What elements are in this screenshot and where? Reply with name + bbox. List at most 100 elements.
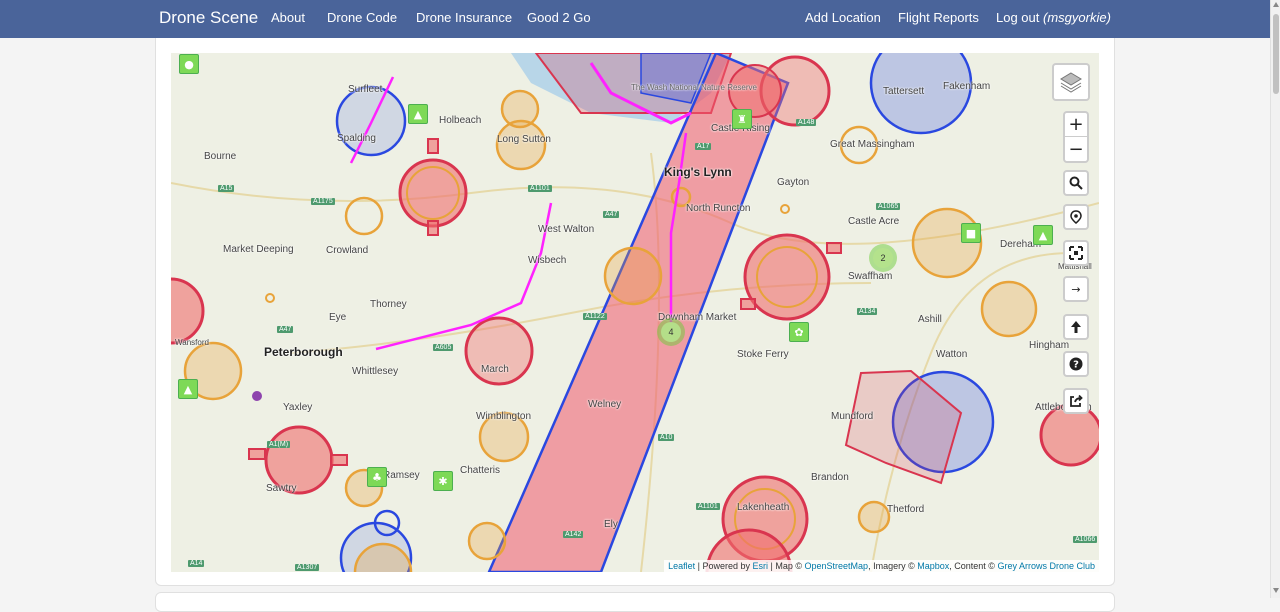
map-pin-icon [1070, 210, 1082, 224]
help-button[interactable]: ? [1063, 351, 1089, 377]
place-label: Wimblington [476, 411, 532, 422]
place-label: Crowland [326, 245, 369, 256]
search-button[interactable] [1063, 170, 1089, 196]
lower-panel [155, 592, 1115, 612]
fullscreen-button[interactable] [1063, 240, 1089, 266]
zoom-in-button[interactable]: + [1065, 113, 1087, 137]
place-label: Mundford [831, 411, 874, 422]
caution-zone-orange [857, 500, 891, 534]
nav-add-location[interactable]: Add Location [805, 10, 881, 25]
marker-cluster[interactable]: 2 [869, 244, 897, 272]
osm-link[interactable]: OpenStreetMap [805, 561, 869, 571]
place-label: Surfleet [348, 84, 383, 95]
landmark-marker-icon[interactable]: ▲ [1033, 225, 1053, 245]
road-label: A134 [857, 308, 878, 315]
scroll-down-arrow-icon[interactable] [1273, 588, 1279, 593]
place-label: Wisbech [528, 255, 567, 266]
attribution-text: , Imagery © [868, 561, 915, 571]
place-label: Peterborough [264, 345, 343, 359]
route-button[interactable]: → [1063, 276, 1089, 302]
place-label: Lakenheath [737, 502, 790, 513]
brand-link[interactable]: Drone Scene [159, 8, 258, 28]
place-label: West Walton [538, 224, 595, 235]
road-label: A1175 [311, 198, 335, 205]
place-label: Gayton [777, 177, 810, 188]
castle-marker-icon[interactable]: ♜ [732, 109, 752, 129]
place-label: Thorney [370, 299, 407, 310]
restricted-zone-red [171, 277, 205, 345]
place-label: Wansford [175, 338, 209, 347]
club-link[interactable]: Grey Arrows Drone Club [997, 561, 1095, 571]
place-label: Great Massingham [830, 139, 915, 150]
camera-marker-icon[interactable]: ● [179, 54, 199, 74]
attribution-text: | Map © [770, 561, 803, 571]
top-navbar: Drone Scene About Drone Code Drone Insur… [0, 0, 1270, 38]
fullscreen-icon [1069, 246, 1083, 260]
nav-about[interactable]: About [271, 10, 305, 25]
place-label: Thetford [887, 504, 925, 515]
place-label: Sawtry [266, 483, 297, 494]
road-label: A10 [658, 434, 675, 441]
flower-marker-icon[interactable]: ✿ [789, 322, 809, 342]
road-label: A142 [563, 531, 584, 538]
caution-zone-orange [603, 246, 663, 306]
nav-flight-reports[interactable]: Flight Reports [898, 10, 979, 25]
map-base-layer [171, 53, 1099, 572]
zoom-out-button[interactable]: − [1065, 137, 1087, 161]
chat-marker-icon[interactable]: ■ [961, 223, 981, 243]
place-label: March [481, 364, 509, 375]
place-label: Fakenham [943, 81, 991, 92]
marker-cluster[interactable]: 4 [657, 318, 685, 346]
place-label: Bourne [204, 151, 237, 162]
caution-zone-orange [980, 280, 1038, 338]
scroll-thumb[interactable] [1273, 14, 1279, 94]
place-label: King's Lynn [664, 165, 732, 179]
locate-button[interactable] [1063, 204, 1089, 230]
place-label: Ely [604, 519, 618, 530]
road-label: A47 [277, 326, 294, 333]
drone-map[interactable]: Holbeach Surfleet Spalding Bourne Long S… [171, 53, 1099, 572]
place-label: Hingham [1029, 340, 1070, 351]
road-label: A14 [188, 560, 205, 567]
cluster-count: 2 [873, 248, 893, 268]
caution-zone-orange [911, 207, 983, 279]
logout-label: Log out [996, 10, 1040, 25]
attribution-text: | Powered by [697, 561, 750, 571]
scroll-up-arrow-icon[interactable] [1273, 2, 1279, 7]
road-label: A17 [695, 143, 712, 150]
wind-turbine-marker-icon[interactable]: ✱ [433, 471, 453, 491]
arrow-up-icon [1071, 321, 1081, 333]
road-label: A1122 [583, 313, 607, 320]
place-label: Castle Acre [848, 216, 900, 227]
nav-good-2-go[interactable]: Good 2 Go [527, 10, 591, 25]
place-label: Brandon [811, 472, 849, 483]
mapbox-link[interactable]: Mapbox [917, 561, 949, 571]
nav-drone-insurance[interactable]: Drone Insurance [416, 10, 512, 25]
road-label: A1101 [528, 185, 552, 192]
place-label: Eye [329, 312, 347, 323]
esri-link[interactable]: Esri [753, 561, 769, 571]
place-label: Yaxley [283, 402, 313, 413]
layers-icon [1060, 72, 1082, 93]
place-label: Tattersett [883, 86, 925, 97]
restricted-zone-red [398, 158, 468, 228]
question-icon: ? [1069, 357, 1083, 371]
nav-drone-code[interactable]: Drone Code [327, 10, 397, 25]
attribution-text: , Content © [949, 561, 995, 571]
north-button[interactable] [1063, 314, 1089, 340]
share-button[interactable] [1063, 388, 1089, 414]
caution-zone-orange [467, 521, 507, 561]
place-label: The Wash National Nature Reserve [631, 83, 757, 92]
landmark-marker-icon[interactable]: ▲ [178, 379, 198, 399]
layers-control-button[interactable] [1052, 63, 1090, 101]
park-marker-icon[interactable]: ♣ [367, 467, 387, 487]
search-icon [1069, 176, 1083, 190]
caution-zone-orange [495, 119, 547, 171]
place-label: Chatteris [460, 465, 501, 476]
place-label: Welney [588, 399, 622, 410]
leaflet-link[interactable]: Leaflet [668, 561, 695, 571]
page-scrollbar[interactable] [1270, 0, 1280, 598]
place-label: Ramsey [383, 470, 420, 481]
nav-logout[interactable]: Log out (msgyorkie) [996, 10, 1111, 25]
landmark-marker-icon[interactable]: ▲ [408, 104, 428, 124]
